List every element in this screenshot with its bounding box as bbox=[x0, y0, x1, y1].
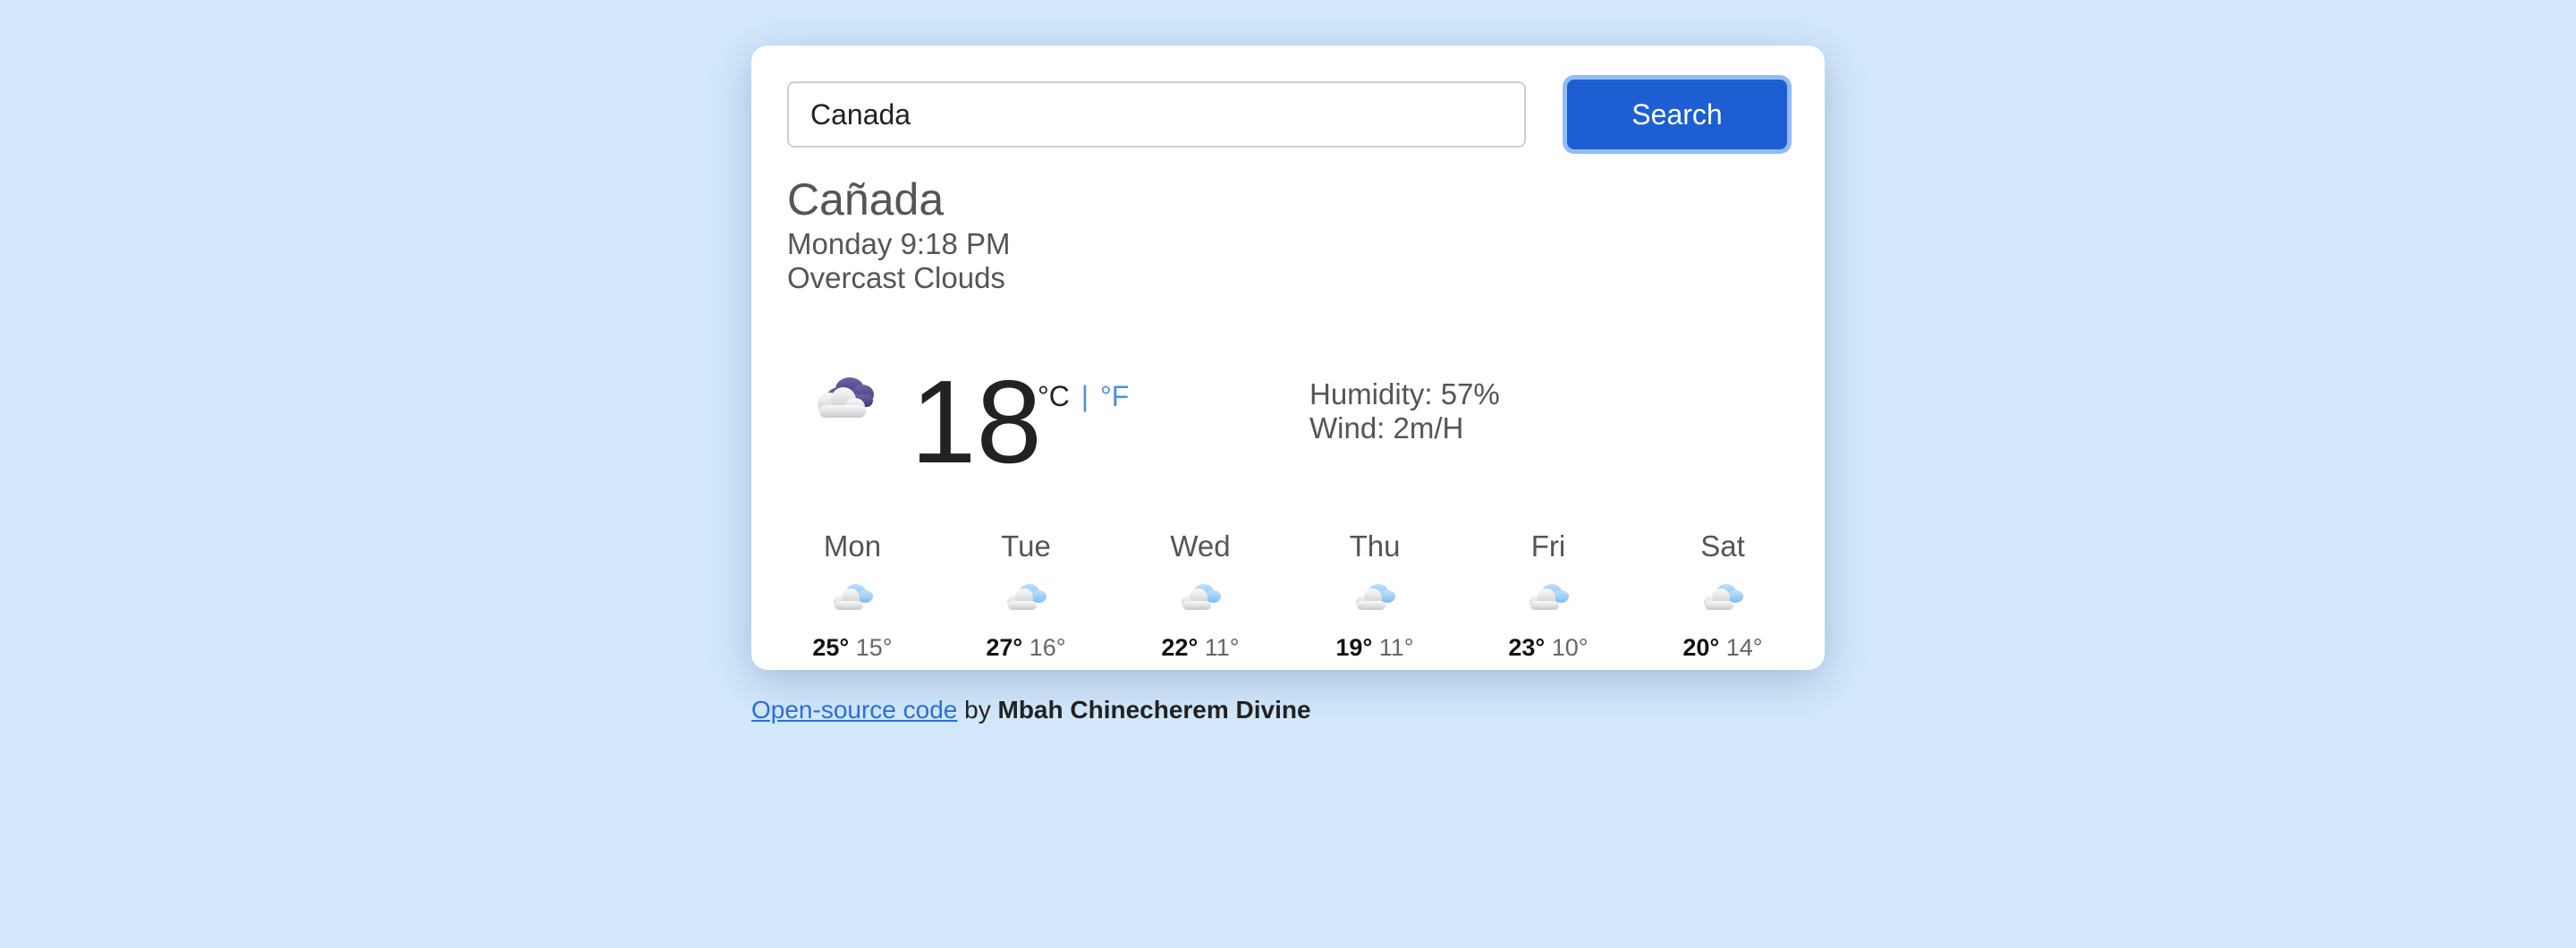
rain-cloud-icon bbox=[834, 583, 873, 610]
location-name: Cañada bbox=[787, 174, 945, 224]
forecast-day-name: Thu bbox=[1349, 529, 1401, 563]
celsius-unit[interactable]: °C bbox=[1038, 380, 1070, 412]
open-source-link[interactable]: Open-source code bbox=[751, 696, 957, 724]
forecast-high: 22° bbox=[1161, 633, 1199, 661]
forecast-temps: 23° 10° bbox=[1477, 634, 1620, 662]
forecast-day-thu: Thu 19° 11° bbox=[1303, 529, 1446, 662]
forecast-temps: 22° 11° bbox=[1129, 634, 1272, 662]
overcast-clouds-night-icon bbox=[818, 377, 874, 418]
forecast-high: 20° bbox=[1682, 633, 1720, 661]
weather-card: Search Cañada Monday 9:18 PM Overcast Cl… bbox=[751, 46, 1825, 670]
rain-cloud-icon bbox=[1704, 583, 1743, 610]
search-button[interactable]: Search bbox=[1567, 80, 1787, 149]
rain-cloud-icon bbox=[1356, 583, 1395, 610]
forecast-high: 27° bbox=[986, 633, 1023, 661]
forecast-day-name: Fri bbox=[1530, 529, 1566, 563]
wind-value: Wind: 2m/H bbox=[1309, 411, 1464, 444]
forecast-day-mon: Mon 25° 15° bbox=[781, 529, 924, 662]
forecast-day-tue: Tue 27° 16° bbox=[954, 529, 1097, 662]
forecast-day-fri: Fri 23° 10° bbox=[1477, 529, 1620, 662]
forecast-day-name: Tue bbox=[1001, 529, 1051, 563]
forecast-low: 10° bbox=[1551, 633, 1589, 661]
footer-by-text: by bbox=[964, 696, 991, 724]
unit-separator: | bbox=[1080, 380, 1089, 412]
forecast-temps: 27° 16° bbox=[954, 634, 1097, 662]
forecast-day-name: Mon bbox=[823, 529, 882, 563]
forecast-day-name: Wed bbox=[1170, 529, 1231, 563]
rain-cloud-icon bbox=[1182, 583, 1221, 610]
rain-cloud-icon bbox=[1530, 583, 1569, 610]
unit-toggle: °C | °F bbox=[1038, 380, 1129, 413]
forecast-temps: 25° 15° bbox=[781, 634, 924, 662]
humidity-value: Humidity: 57% bbox=[1309, 377, 1500, 411]
fahrenheit-unit[interactable]: °F bbox=[1100, 380, 1129, 412]
forecast-high: 19° bbox=[1335, 633, 1373, 661]
author-name: Mbah Chinecherem Divine bbox=[997, 696, 1311, 724]
forecast-low: 11° bbox=[1378, 633, 1414, 661]
forecast-low: 14° bbox=[1725, 633, 1763, 661]
forecast-temps: 19° 11° bbox=[1303, 634, 1446, 662]
current-temperature: 18 bbox=[911, 356, 1042, 487]
footer-credit: Open-source code by Mbah Chinecherem Div… bbox=[751, 696, 1311, 724]
current-datetime: Monday 9:18 PM bbox=[787, 227, 1011, 260]
weather-condition: Overcast Clouds bbox=[787, 261, 1005, 294]
forecast-low: 16° bbox=[1029, 633, 1066, 661]
search-input[interactable] bbox=[787, 81, 1526, 148]
forecast-day-sat: Sat 20° 14° bbox=[1651, 529, 1794, 662]
forecast-low: 11° bbox=[1204, 633, 1240, 661]
forecast-high: 23° bbox=[1508, 633, 1546, 661]
forecast-day-name: Sat bbox=[1700, 529, 1745, 563]
forecast-temps: 20° 14° bbox=[1651, 634, 1794, 662]
rain-cloud-icon bbox=[1007, 583, 1046, 610]
forecast-low: 15° bbox=[855, 633, 893, 661]
forecast-day-wed: Wed 22° 11° bbox=[1129, 529, 1272, 662]
forecast-high: 25° bbox=[812, 633, 850, 661]
